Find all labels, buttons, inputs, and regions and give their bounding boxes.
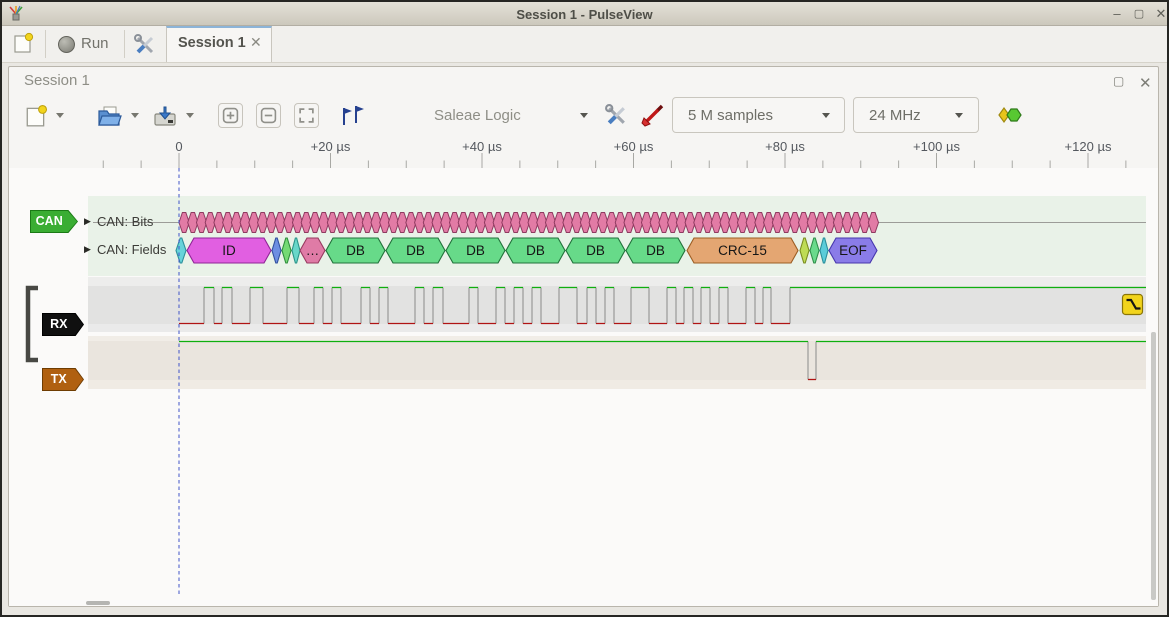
run-icon (58, 36, 75, 53)
tab-close-icon[interactable]: ✕ (250, 34, 262, 51)
channel-tag-tx-label: TX (42, 372, 76, 386)
tx-band-bottom (88, 380, 1146, 389)
zoom-out-button[interactable] (256, 103, 281, 128)
device-dropdown-icon[interactable] (580, 113, 588, 118)
decoder-tag-label: CAN (30, 214, 68, 228)
channel-probe-icon[interactable] (640, 101, 666, 129)
new-file-dropdown-icon[interactable] (56, 113, 64, 118)
ruler-label: +40 µs (462, 139, 502, 154)
new-file-icon[interactable] (24, 104, 48, 128)
pulseview-window: Session 1 - PulseView – ▢ ✕ Run Session … (0, 0, 1169, 617)
ruler-label: +60 µs (614, 139, 654, 154)
maximize-button[interactable]: ▢ (1130, 6, 1148, 22)
subwindow-close-icon[interactable]: ✕ (1139, 74, 1152, 92)
device-config-wrench-icon[interactable] (604, 103, 629, 128)
channel-tag-tx[interactable]: TX (42, 368, 84, 391)
tx-band (88, 341, 1146, 380)
rx-band-top (88, 277, 1146, 286)
sample-rate-dropdown-icon (955, 113, 963, 118)
ruler-label: 0 (175, 139, 182, 154)
sample-count-dropdown-icon (822, 113, 830, 118)
open-file-dropdown-icon[interactable] (131, 113, 139, 118)
row-label-can-fields[interactable]: CAN: Fields (97, 242, 166, 257)
tab-label: Session 1 (178, 35, 246, 51)
subwindow-restore-icon[interactable]: ▢ (1113, 74, 1124, 88)
toolbar-separator (124, 30, 125, 58)
titlebar[interactable]: Session 1 - PulseView – ▢ ✕ (2, 2, 1167, 26)
expand-fields-icon[interactable]: ▶ (84, 244, 91, 255)
window-title: Session 1 - PulseView (2, 7, 1167, 22)
row-label-can-bits[interactable]: CAN: Bits (97, 214, 153, 229)
subwindow-title: Session 1 (24, 72, 90, 89)
channel-group-bracket (22, 284, 42, 364)
decoder-tag-can[interactable]: CAN (30, 210, 78, 233)
channel-tag-rx-label: RX (42, 317, 76, 331)
zoom-fit-button[interactable] (294, 103, 319, 128)
ruler-label: +100 µs (913, 139, 960, 154)
zoom-out-icon (260, 107, 277, 124)
close-button[interactable]: ✕ (1152, 6, 1169, 22)
rx-band (88, 286, 1146, 324)
vertical-scrollbar-thumb[interactable] (1151, 332, 1156, 600)
ruler-label: +20 µs (311, 139, 351, 154)
save-dropdown-icon[interactable] (186, 113, 194, 118)
horizontal-scrollbar-thumb[interactable] (86, 601, 110, 605)
add-decoder-icon[interactable] (996, 105, 1022, 125)
sample-rate-value: 24 MHz (869, 107, 921, 124)
run-button[interactable]: Run (81, 35, 109, 52)
sample-count-value: 5 M samples (688, 107, 773, 124)
settings-wrench-icon[interactable] (133, 33, 157, 57)
save-icon[interactable] (152, 103, 178, 129)
toolbar-separator (45, 30, 46, 58)
minimize-button[interactable]: – (1108, 6, 1126, 22)
channel-tag-rx[interactable]: RX (42, 313, 84, 336)
expand-bits-icon[interactable]: ▶ (84, 216, 91, 227)
zoom-in-icon (222, 107, 239, 124)
zoom-fit-icon (298, 107, 315, 124)
decoder-band (88, 196, 1146, 276)
ruler-label: +120 µs (1065, 139, 1112, 154)
trigger-flags-icon[interactable] (338, 102, 366, 130)
zoom-in-button[interactable] (218, 103, 243, 128)
ruler-label: +80 µs (765, 139, 805, 154)
open-file-icon[interactable] (96, 103, 122, 129)
device-selector[interactable]: Saleae Logic (434, 107, 521, 124)
new-session-icon[interactable] (12, 32, 34, 54)
rx-band-bottom (88, 324, 1146, 332)
